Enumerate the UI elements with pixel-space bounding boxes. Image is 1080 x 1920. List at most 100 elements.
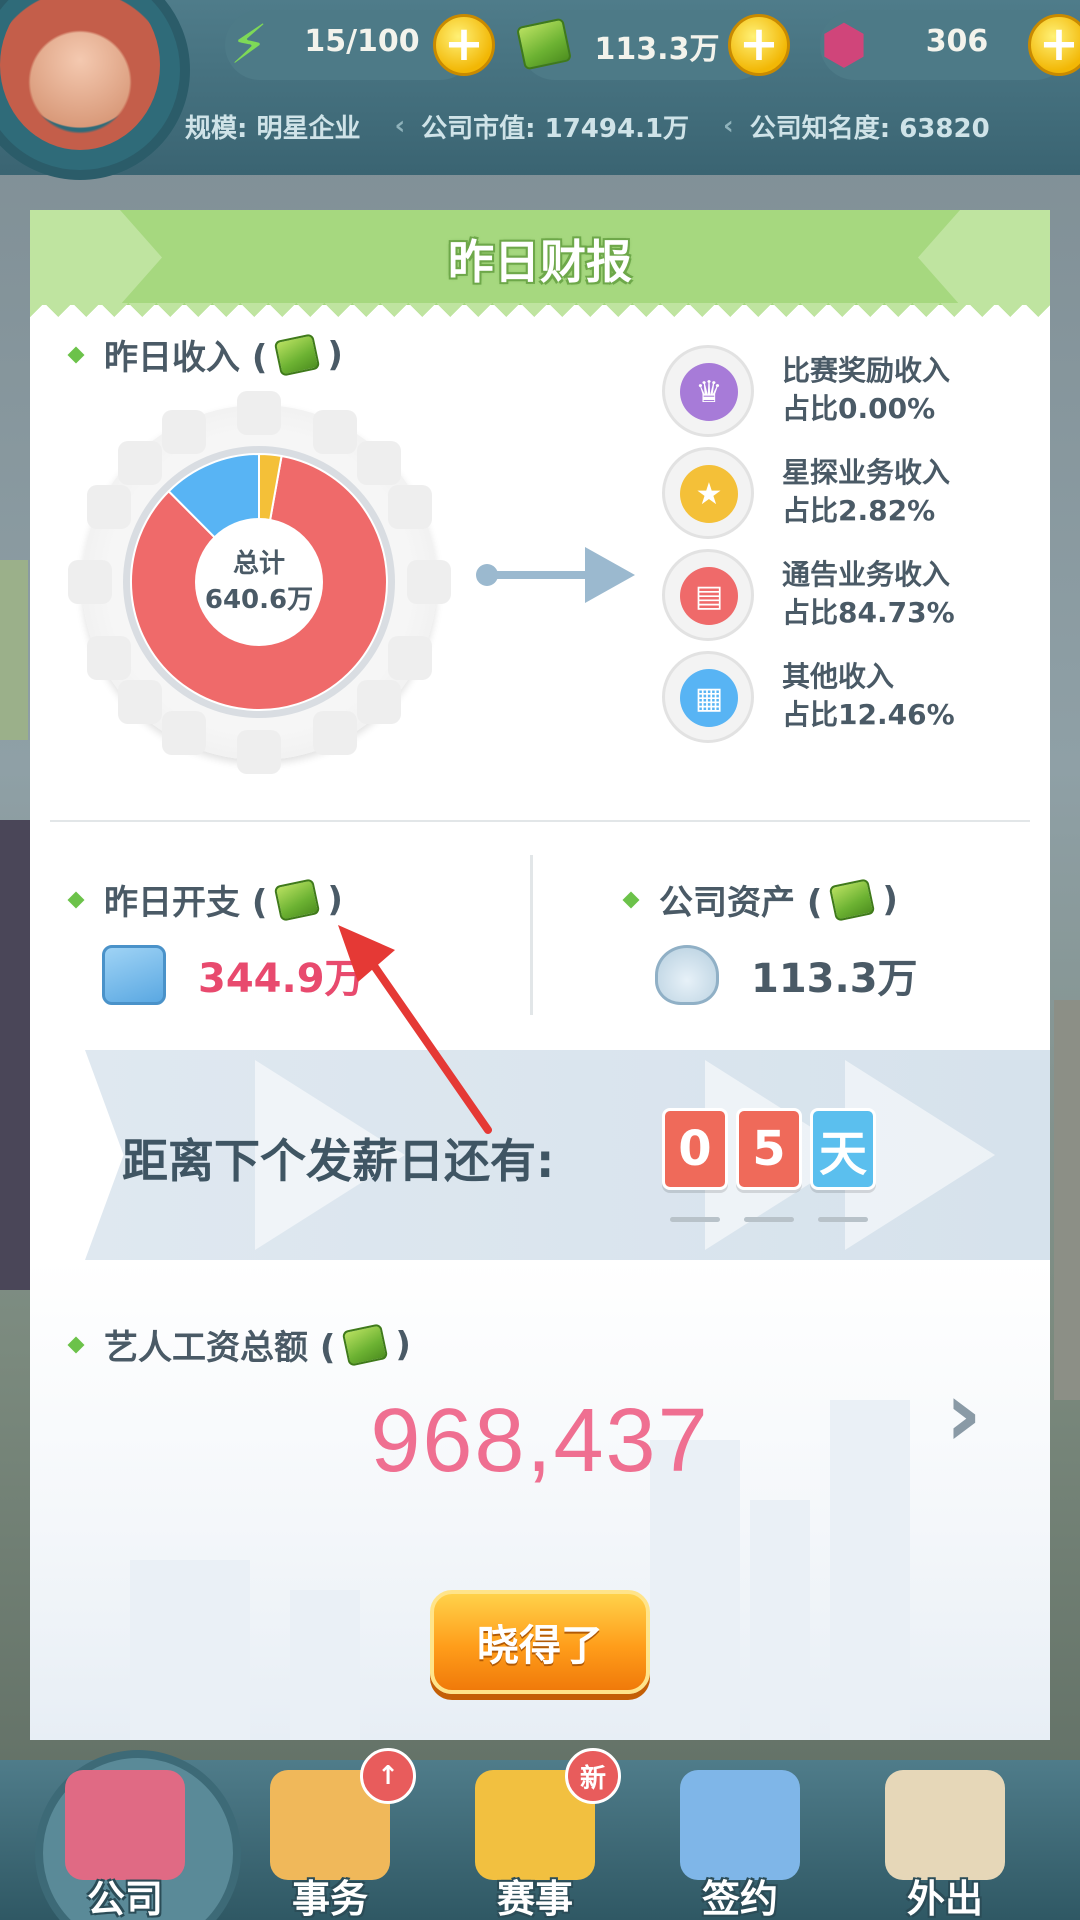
category-name: 比赛奖励收入 <box>782 354 951 387</box>
background-building <box>0 560 28 740</box>
digit-shadow <box>818 1217 868 1222</box>
cash-stack-icon <box>342 1322 389 1367</box>
nav-item[interactable]: 赛事 新 <box>440 1748 630 1920</box>
category-name: 星探业务收入 <box>782 456 951 489</box>
got-it-button[interactable]: 晓得了 <box>430 1590 650 1694</box>
separator-icon: ‹ <box>723 111 734 141</box>
clapperboard-icon: ▤ <box>680 567 738 625</box>
category-badge: ▤ <box>662 549 754 641</box>
nav-badge: ↑ <box>360 1748 416 1804</box>
expense-amount-row: 344.9万 <box>102 945 365 1005</box>
wallet-icon <box>102 945 166 1005</box>
divider <box>530 855 533 1015</box>
countdown-digit: 5 <box>736 1108 802 1190</box>
digit-shadow <box>670 1217 720 1222</box>
expense-heading: 昨日开支 ( ) <box>67 875 343 924</box>
assets-heading: 公司资产 ( ) <box>622 875 898 924</box>
bullet-icon <box>67 1336 85 1353</box>
gem-icon: ⬢ <box>820 12 868 76</box>
nav-item-picture <box>680 1770 800 1880</box>
category-badge: ▦ <box>662 651 754 743</box>
avatar-hair <box>0 0 160 150</box>
energy-counter: ⚡ 15/100 + <box>225 10 495 80</box>
assets-label-close: ) <box>882 879 898 920</box>
nav-item-label: 签约 <box>701 1877 778 1920</box>
nav-item-label: 外出 <box>906 1877 983 1920</box>
income-heading: 昨日收入 ( ) <box>67 330 343 379</box>
assets-label: 公司资产 ( <box>659 883 823 923</box>
expense-label-close: ) <box>327 879 343 920</box>
salary-label-close: ) <box>395 1324 411 1365</box>
nav-item-picture <box>65 1770 185 1880</box>
nav-item-label: 公司 <box>86 1877 163 1920</box>
category-percentage: 占比0.00% <box>782 392 936 425</box>
category-name: 其他收入 <box>782 660 895 693</box>
category-percentage: 占比84.73% <box>782 596 955 629</box>
bullet-icon <box>67 891 85 908</box>
bullet-icon <box>622 891 640 908</box>
income-label-close: ) <box>327 334 343 375</box>
add-energy-button[interactable]: + <box>433 14 495 76</box>
nav-item[interactable]: 签约 <box>645 1760 835 1920</box>
income-category: ★ 星探业务收入 占比2.82% <box>662 447 1022 541</box>
cash-counter: 113.3万 + <box>515 10 790 80</box>
add-gems-button[interactable]: + <box>1028 14 1080 76</box>
add-cash-button[interactable]: + <box>728 14 790 76</box>
income-category: ▤ 通告业务收入 占比84.73% <box>662 549 1022 643</box>
company-market-value: 公司市值: 17494.1万 <box>421 113 690 144</box>
cash-stack-icon <box>829 877 876 922</box>
salary-total-value: 968,437 <box>370 1391 710 1491</box>
background-building <box>1054 1000 1080 1400</box>
digit-shadow <box>744 1217 794 1222</box>
background-building <box>0 820 30 1290</box>
total-caption: 总计 <box>232 549 285 579</box>
player-avatar[interactable] <box>0 0 190 180</box>
assets-value: 113.3万 <box>751 956 918 1002</box>
income-label: 昨日收入 ( <box>104 338 268 378</box>
category-name: 通告业务收入 <box>782 558 951 591</box>
dialog-header: 昨日财报 <box>30 210 1050 319</box>
income-category: ▦ 其他收入 占比12.46% <box>662 651 1022 745</box>
total-value: 640.6万 <box>204 585 314 615</box>
top-hud: ⚡ 15/100 + 113.3万 + ⬢ 306 + 规模: 明星企业 ‹ 公… <box>0 0 1080 180</box>
bullet-icon <box>67 346 85 363</box>
countdown-unit: 天 <box>810 1108 876 1190</box>
category-percentage: 占比2.82% <box>782 494 936 527</box>
assets-amount-row: 113.3万 <box>655 945 918 1005</box>
donut-total: 总计 640.6万 <box>197 520 321 644</box>
nav-item-picture <box>885 1770 1005 1880</box>
salary-label: 艺人工资总额 ( <box>104 1328 336 1368</box>
financial-report-dialog: 昨日财报 昨日收入 ( ) 总计 640.6万 ♛ 比赛奖励收入 占比0.00%… <box>30 210 1050 1740</box>
nav-item[interactable]: 外出 <box>850 1760 1040 1920</box>
nav-item-label: 赛事 <box>496 1877 573 1920</box>
company-fame: 公司知名度: 63820 <box>749 113 990 144</box>
money-bag-icon <box>655 945 719 1005</box>
grid-icon: ▦ <box>680 669 738 727</box>
trophy-icon: ♛ <box>680 363 738 421</box>
chevron-right-icon[interactable]: › <box>945 1370 1005 1460</box>
separator-icon: ‹ <box>394 111 406 141</box>
lightning-hourglass-icon: ⚡ <box>230 12 268 76</box>
header-zigzag <box>30 303 1050 319</box>
category-percentage: 占比12.46% <box>782 698 955 731</box>
nav-item[interactable]: 公司 <box>30 1750 241 1920</box>
energy-value: 15/100 <box>304 24 420 59</box>
divider <box>50 820 1030 822</box>
bottom-nav: 公司 事务 ↑ 赛事 新 签约 外出 <box>0 1748 1080 1920</box>
countdown-digit: 0 <box>662 1108 728 1190</box>
expense-label: 昨日开支 ( <box>104 883 268 923</box>
cash-stack-icon <box>274 332 321 377</box>
income-category: ♛ 比赛奖励收入 占比0.00% <box>662 345 1022 439</box>
salary-heading: 艺人工资总额 ( ) <box>67 1320 411 1369</box>
category-badge: ★ <box>662 447 754 539</box>
company-stats-bar: 规模: 明星企业 ‹ 公司市值: 17494.1万 ‹ 公司知名度: 63820 <box>185 102 1065 150</box>
gem-counter: ⬢ 306 + <box>820 10 1080 80</box>
company-scale: 规模: 明星企业 <box>185 113 361 144</box>
cash-value: 113.3万 <box>594 32 720 67</box>
annotation-arrow-icon <box>338 925 492 1134</box>
cash-stack-icon <box>274 877 321 922</box>
dialog-title: 昨日财报 <box>448 235 632 289</box>
nav-item[interactable]: 事务 ↑ <box>235 1748 425 1920</box>
connector-arrow-icon <box>476 547 635 603</box>
category-badge: ♛ <box>662 345 754 437</box>
